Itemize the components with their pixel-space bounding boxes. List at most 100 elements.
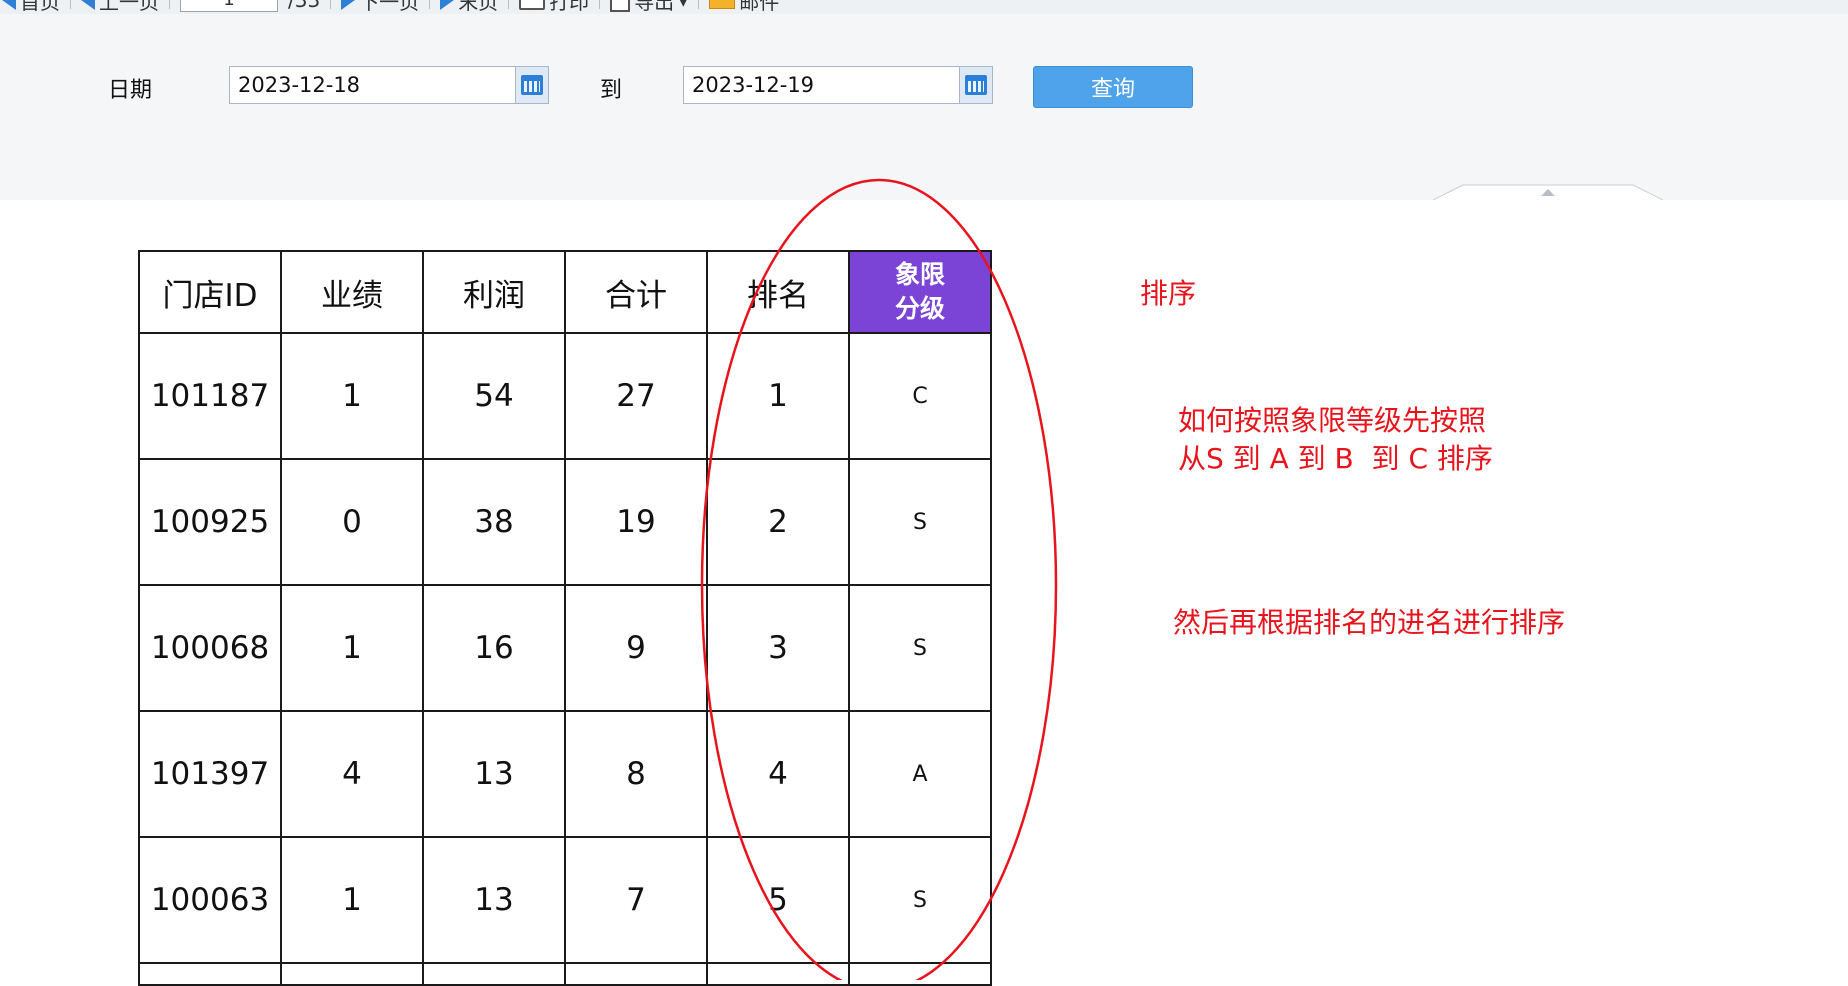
cell-empty bbox=[280, 962, 424, 986]
start-date-picker-button[interactable] bbox=[515, 67, 548, 103]
cell-rank: 3 bbox=[706, 584, 850, 712]
next-page-icon bbox=[341, 0, 356, 10]
cell-store-id: 100925 bbox=[138, 458, 282, 586]
last-page-label: 末页 bbox=[458, 0, 499, 14]
cell-profit: 13 bbox=[422, 710, 566, 838]
end-date-picker-button[interactable] bbox=[959, 67, 992, 103]
page-number-input[interactable]: 1 bbox=[180, 0, 278, 12]
toolbar-divider bbox=[599, 0, 601, 9]
toolbar-divider bbox=[508, 0, 510, 9]
quadrant-header-line1: 象限 bbox=[894, 260, 945, 289]
email-label: 邮件 bbox=[739, 0, 780, 14]
start-date-field[interactable]: 2023-12-18 bbox=[229, 66, 549, 104]
cell-store-id: 101397 bbox=[138, 710, 282, 838]
cell-total: 9 bbox=[564, 584, 708, 712]
calendar-icon bbox=[521, 75, 543, 95]
cell-empty bbox=[138, 962, 282, 986]
cell-grade: S bbox=[848, 836, 992, 964]
toolbar-divider bbox=[698, 0, 700, 9]
table-header-row: 门店ID 业绩 利润 合计 排名 象限 分级 bbox=[138, 250, 992, 334]
toolbar-divider bbox=[429, 0, 431, 9]
cell-total: 7 bbox=[564, 836, 708, 964]
first-page-button[interactable]: 首页 bbox=[2, 0, 60, 15]
start-date-value: 2023-12-18 bbox=[238, 73, 361, 97]
end-date-field[interactable]: 2023-12-19 bbox=[683, 66, 993, 104]
first-page-icon bbox=[2, 0, 16, 10]
last-page-button[interactable]: 末页 bbox=[440, 0, 498, 15]
cell-total: 19 bbox=[564, 458, 708, 586]
prev-page-label: 上一页 bbox=[99, 0, 159, 14]
cell-profit: 13 bbox=[422, 836, 566, 964]
printer-icon bbox=[519, 0, 546, 10]
cell-empty bbox=[706, 962, 850, 986]
cell-grade: C bbox=[848, 332, 992, 460]
cell-rank: 5 bbox=[706, 836, 850, 964]
cell-grade: S bbox=[848, 458, 992, 586]
prev-page-icon bbox=[81, 0, 95, 10]
cell-store-id: 100068 bbox=[138, 584, 282, 712]
cell-rank: 2 bbox=[706, 458, 850, 586]
header-rank: 排名 bbox=[706, 250, 850, 334]
annotation-question: 如何按照象限等级先按照 从S 到 A 到 B 到 C 排序 bbox=[1178, 404, 1493, 475]
to-label: 到 bbox=[600, 78, 623, 103]
mail-icon bbox=[709, 0, 736, 9]
cell-performance: 1 bbox=[280, 332, 424, 460]
cell-empty bbox=[422, 962, 566, 986]
chevron-down-icon: ▾ bbox=[678, 0, 689, 12]
print-button[interactable]: 打印 bbox=[519, 0, 589, 15]
cell-profit: 38 bbox=[422, 458, 566, 586]
collapse-panel-tab[interactable] bbox=[1433, 184, 1663, 200]
toolbar-divider bbox=[169, 0, 170, 9]
prev-page-button[interactable]: 上一页 bbox=[81, 0, 159, 15]
print-label: 打印 bbox=[549, 0, 590, 14]
query-panel: 日期 2023-12-18 到 2023-12-19 查询 bbox=[0, 14, 1848, 200]
report-table: 门店ID 业绩 利润 合计 排名 象限 分级 101187 1 54 27 1 … bbox=[138, 250, 992, 986]
table-row-partial bbox=[138, 962, 992, 986]
quadrant-header-line2: 分级 bbox=[894, 294, 945, 323]
cell-profit: 16 bbox=[422, 584, 566, 712]
next-page-button[interactable]: 下一页 bbox=[341, 0, 419, 15]
annotation-title: 排序 bbox=[1140, 277, 1197, 310]
end-date-value: 2023-12-19 bbox=[692, 73, 815, 97]
query-button[interactable]: 查询 bbox=[1033, 66, 1193, 108]
export-button[interactable]: 导出 ▾ bbox=[610, 0, 688, 15]
table-row: 101397 4 13 8 4 A bbox=[138, 710, 992, 838]
calendar-icon bbox=[965, 75, 987, 95]
toolbar-divider bbox=[70, 0, 71, 9]
date-label: 日期 bbox=[108, 78, 153, 103]
cell-total: 8 bbox=[564, 710, 708, 838]
cell-performance: 4 bbox=[280, 710, 424, 838]
cell-grade: A bbox=[848, 710, 992, 838]
annotation-followup: 然后再根据排名的进名进行排序 bbox=[1173, 606, 1566, 639]
cell-rank: 4 bbox=[706, 710, 850, 838]
page-total: /33 bbox=[288, 0, 321, 12]
cell-rank: 1 bbox=[706, 332, 850, 460]
cell-total: 27 bbox=[564, 332, 708, 460]
first-page-label: 首页 bbox=[20, 0, 60, 14]
header-performance: 业绩 bbox=[280, 250, 424, 334]
header-quadrant-grade: 象限 分级 bbox=[848, 250, 992, 334]
cell-grade: S bbox=[848, 584, 992, 712]
next-page-label: 下一页 bbox=[359, 0, 420, 14]
cell-store-id: 100063 bbox=[138, 836, 282, 964]
toolbar-divider bbox=[330, 0, 332, 9]
header-profit: 利润 bbox=[422, 250, 566, 334]
header-store-id: 门店ID bbox=[138, 250, 282, 334]
report-toolbar: 首页 上一页 1 /33 下一页 末页 打印 导出 ▾ 邮件 bbox=[0, 0, 1848, 15]
last-page-icon bbox=[440, 0, 455, 10]
cell-empty bbox=[564, 962, 708, 986]
table-row: 100925 0 38 19 2 S bbox=[138, 458, 992, 586]
cell-profit: 54 bbox=[422, 332, 566, 460]
table-row: 100068 1 16 9 3 S bbox=[138, 584, 992, 712]
table-row: 101187 1 54 27 1 C bbox=[138, 332, 992, 460]
export-icon bbox=[610, 0, 631, 12]
cell-performance: 0 bbox=[280, 458, 424, 586]
export-label: 导出 bbox=[634, 0, 675, 14]
cell-performance: 1 bbox=[280, 836, 424, 964]
cell-performance: 1 bbox=[280, 584, 424, 712]
header-total: 合计 bbox=[564, 250, 708, 334]
email-button[interactable]: 邮件 bbox=[709, 0, 779, 15]
cell-store-id: 101187 bbox=[138, 332, 282, 460]
table-row: 100063 1 13 7 5 S bbox=[138, 836, 992, 964]
cell-empty bbox=[848, 962, 992, 986]
